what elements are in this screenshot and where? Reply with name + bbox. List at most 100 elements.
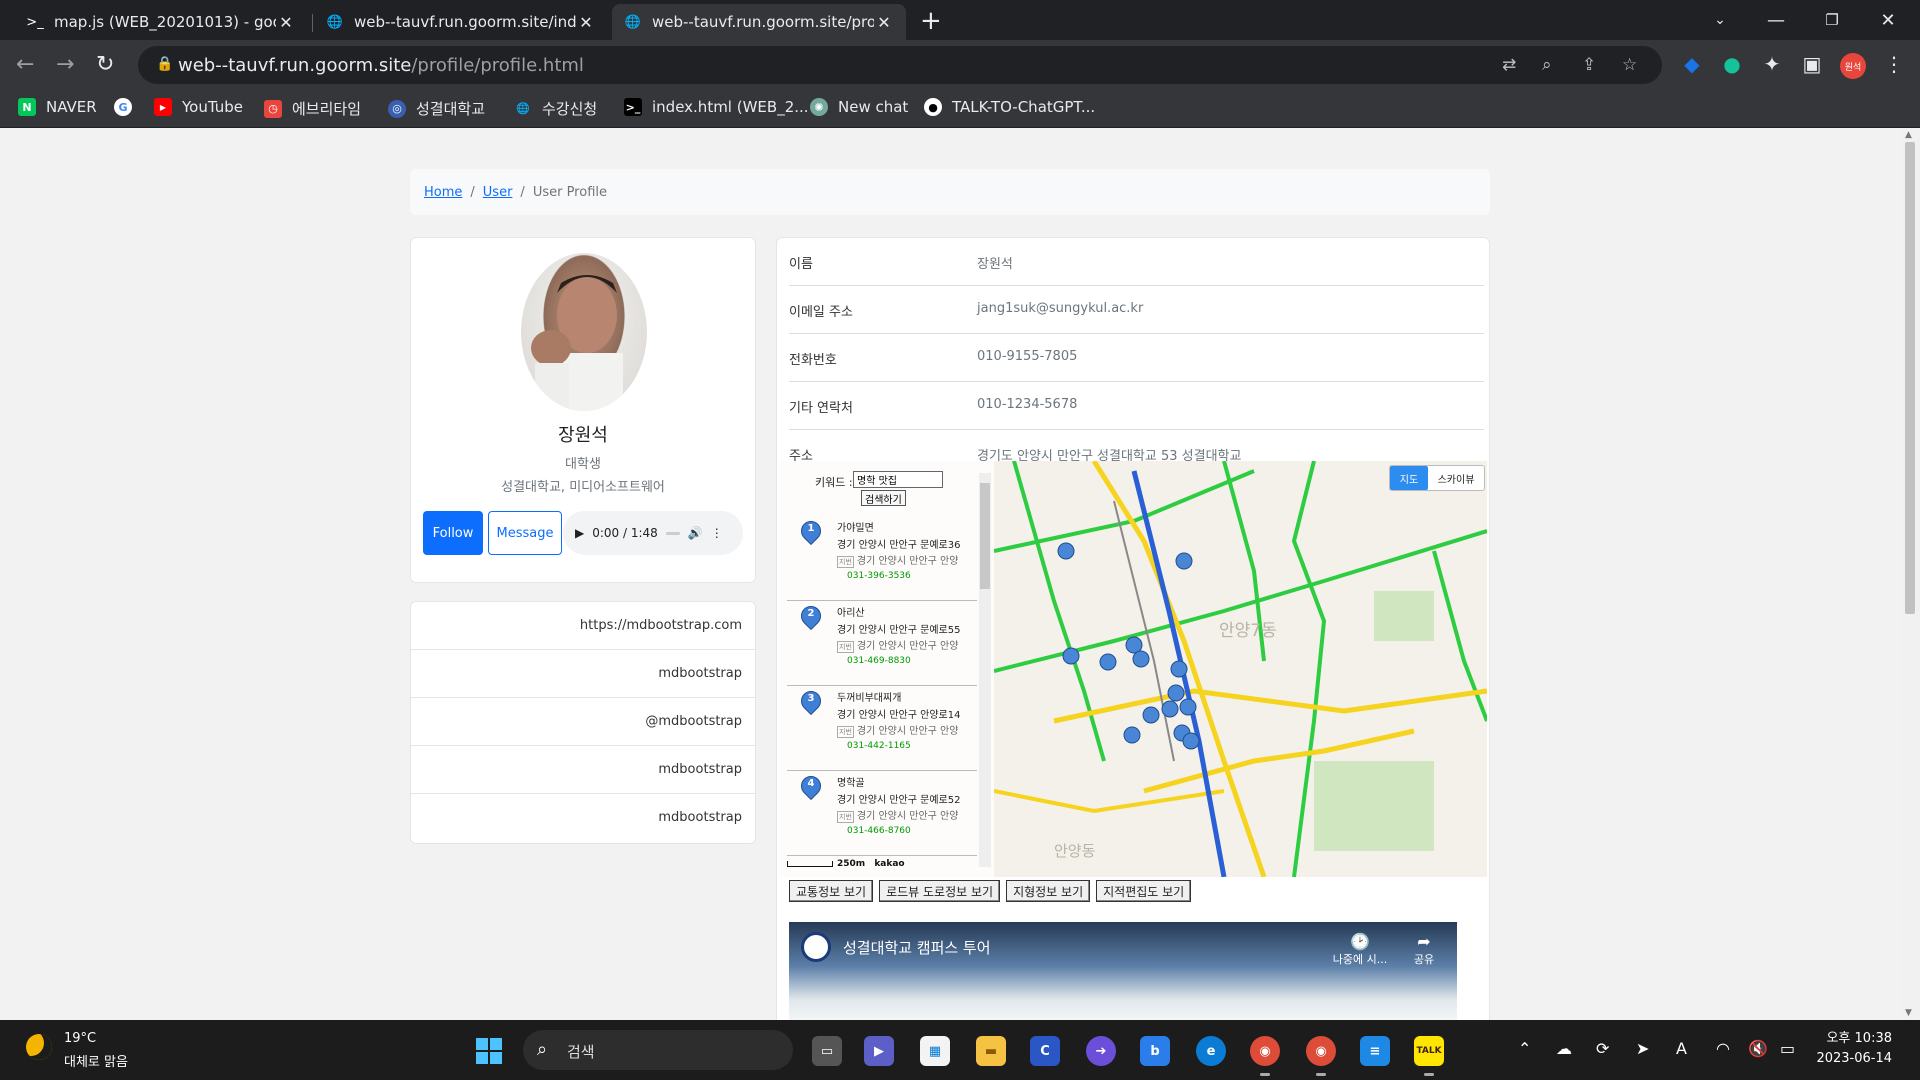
weather-moon-icon[interactable]	[26, 1034, 52, 1060]
weather-condition[interactable]: 대체로 맑음	[64, 1051, 128, 1070]
battery-icon[interactable]: ▭	[1780, 1039, 1795, 1058]
new-tab-button[interactable]: +	[920, 6, 942, 36]
scroll-up-icon[interactable]: ▲	[1905, 130, 1912, 140]
search-button[interactable]: 검색하기	[861, 490, 906, 506]
bookmark-google[interactable]: G	[114, 98, 142, 116]
tab-index[interactable]: 🌐 web--tauvf.run.goorm.site/index ✕	[314, 4, 608, 40]
weather-temperature[interactable]: 19°C	[64, 1031, 96, 1046]
zoom-icon[interactable]: ⌕	[1542, 55, 1552, 75]
play-icon[interactable]: ▶	[575, 526, 584, 540]
link-instagram[interactable]: mdbootstrap	[411, 746, 755, 794]
follow-button[interactable]: Follow	[423, 511, 483, 555]
app-icon-arrow[interactable]: ➔	[1086, 1036, 1116, 1066]
close-icon[interactable]: ✕	[874, 13, 894, 32]
list-item[interactable]: 3 두꺼비부대찌개 경기 안양시 만안구 안양로14 지번 경기 안양시 만안구 …	[787, 686, 977, 771]
reload-icon[interactable]: ↻	[96, 52, 114, 77]
watch-later-button[interactable]: 🕑 나중에 시...	[1325, 932, 1395, 967]
share-button[interactable]: ➦ 공유	[1389, 932, 1457, 967]
bookmark-everytime[interactable]: ◷ 에브리타임	[264, 98, 361, 119]
list-item[interactable]: 1 가야밀면 경기 안양시 만안구 문예로36 지번 경기 안양시 만안구 안양 …	[787, 516, 977, 601]
youtube-icon: ▶	[154, 98, 172, 116]
link-twitter[interactable]: @mdbootstrap	[411, 698, 755, 746]
traffic-info-button[interactable]: 교통정보 보기	[789, 880, 874, 902]
scrollbar-thumb[interactable]	[1905, 142, 1915, 614]
teams-icon[interactable]: ▶	[864, 1036, 894, 1066]
volume-muted-icon[interactable]: 🔇	[1748, 1039, 1768, 1058]
bookmark-index-html[interactable]: >_ index.html (WEB_2...	[624, 98, 809, 116]
back-icon[interactable]: ←	[16, 52, 34, 77]
keyword-input[interactable]	[853, 471, 943, 488]
bookmark-course-registration[interactable]: 🌐 수강신청	[514, 98, 597, 119]
bookmark-star-icon[interactable]: ☆	[1622, 55, 1637, 75]
forward-icon[interactable]: →	[56, 52, 74, 77]
place-list-scrollbar[interactable]	[979, 473, 991, 867]
bookmark-new-chat[interactable]: ✺ New chat	[810, 98, 908, 116]
ime-icon[interactable]: A	[1676, 1039, 1687, 1058]
link-facebook[interactable]: mdbootstrap	[411, 794, 755, 842]
notepad-icon[interactable]: ≡	[1360, 1036, 1390, 1066]
edge-icon[interactable]: e	[1196, 1036, 1226, 1066]
kakaotalk-icon[interactable]: TALK	[1414, 1036, 1444, 1076]
grammarly-extension-icon[interactable]: ●	[1718, 52, 1746, 76]
restore-button[interactable]: ❐	[1804, 0, 1860, 40]
breadcrumb-home-link[interactable]: Home	[424, 185, 462, 200]
profile-avatar[interactable]: 원석	[1840, 53, 1866, 79]
windows-start-icon[interactable]	[476, 1038, 502, 1064]
scroll-down-icon[interactable]: ▼	[1905, 1008, 1912, 1018]
message-button[interactable]: Message	[488, 511, 562, 555]
youtube-video-embed[interactable]: 성결대학교 캠퍼스 투어 🕑 나중에 시... ➦ 공유	[789, 922, 1457, 1020]
app-icon-b[interactable]: b	[1140, 1036, 1170, 1066]
app-icon-c[interactable]: C	[1030, 1036, 1060, 1066]
link-website[interactable]: https://mdbootstrap.com	[411, 602, 755, 650]
info-row-email: 이메일 주소 jang1suk@sungykul.ac.kr	[789, 286, 1484, 334]
volume-icon[interactable]: 🔊	[688, 526, 703, 540]
menu-kebab-icon[interactable]: ⋮	[1880, 52, 1908, 76]
sync-icon[interactable]: ⟳	[1596, 1039, 1609, 1058]
task-view-icon[interactable]: ▭	[812, 1036, 842, 1066]
taskbar-clock[interactable]: 오후 10:38 2023-06-14	[1812, 1029, 1892, 1069]
video-title[interactable]: 성결대학교 캠퍼스 투어	[843, 937, 991, 958]
list-item[interactable]: 2 아리산 경기 안양시 만안구 문예로55 지번 경기 안양시 만안구 안양 0…	[787, 601, 977, 686]
cadastral-button[interactable]: 지적편집도 보기	[1096, 880, 1192, 902]
lock-icon[interactable]: 🔒	[156, 56, 173, 72]
wifi-icon[interactable]: ◠	[1716, 1039, 1730, 1058]
list-item[interactable]: 4 명학골 경기 안양시 만안구 문예로52 지번 경기 안양시 만안구 안양 0…	[787, 771, 977, 856]
chrome-icon[interactable]: ◉	[1306, 1036, 1336, 1076]
bookmark-university[interactable]: ◎ 성결대학교	[388, 98, 485, 119]
kakao-map[interactable]: 안양7동 안양동 키워드 : 검색하기 1 가야밀면 경기 안양시 만안구 문예…	[779, 461, 1487, 877]
roadview-button[interactable]: 로드뷰 도로정보 보기	[879, 880, 1001, 902]
bitwarden-extension-icon[interactable]: ◆	[1678, 52, 1706, 76]
link-github[interactable]: mdbootstrap	[411, 650, 755, 698]
onedrive-icon[interactable]: ☁	[1556, 1039, 1572, 1058]
audio-menu-icon[interactable]: ⋮	[711, 526, 723, 540]
store-icon[interactable]: ▦	[920, 1036, 950, 1066]
translate-icon[interactable]: ⇄	[1502, 55, 1516, 75]
page-scrollbar[interactable]: ▲ ▼	[1900, 128, 1920, 1020]
channel-logo[interactable]	[801, 932, 831, 962]
minimize-button[interactable]: —	[1748, 0, 1804, 40]
taskbar-search[interactable]: ⌕ 검색	[523, 1030, 793, 1070]
share-icon[interactable]: ⇪	[1582, 55, 1596, 75]
tab-profile-active[interactable]: 🌐 web--tauvf.run.goorm.site/profil ✕	[612, 4, 906, 40]
map-type-map-button[interactable]: 지도	[1390, 466, 1428, 490]
bookmark-youtube[interactable]: ▶ YouTube	[154, 98, 243, 116]
terrain-button[interactable]: 지형정보 보기	[1006, 880, 1091, 902]
bookmark-talk-to-chatgpt[interactable]: ● TALK-TO-ChatGPT...	[924, 98, 1095, 116]
file-explorer-icon[interactable]: ▬	[976, 1036, 1006, 1066]
tab-mapjs[interactable]: >_ map.js (WEB_20201013) - goorm ✕	[14, 4, 308, 40]
window-close-button[interactable]: ✕	[1860, 0, 1916, 40]
audio-progress-slider[interactable]	[665, 531, 680, 535]
tab-search-icon[interactable]: ⌄	[1692, 0, 1748, 40]
location-icon[interactable]: ➤	[1636, 1039, 1649, 1058]
show-hidden-icons-icon[interactable]: ⌃	[1518, 1039, 1531, 1058]
extensions-icon[interactable]: ✦	[1758, 52, 1786, 76]
close-icon[interactable]: ✕	[276, 13, 296, 32]
breadcrumb-user-link[interactable]: User	[483, 185, 513, 200]
close-icon[interactable]: ✕	[576, 13, 596, 32]
map-canvas[interactable]: 안양7동 안양동	[994, 461, 1487, 877]
chrome-icon[interactable]: ◉	[1250, 1036, 1280, 1076]
bookmark-naver[interactable]: N NAVER	[18, 98, 97, 116]
address-bar[interactable]: 🔒 web--tauvf.run.goorm.site/profile/prof…	[138, 46, 1662, 84]
side-panel-icon[interactable]: ▣	[1798, 52, 1826, 76]
map-type-skyview-button[interactable]: 스카이뷰	[1428, 466, 1484, 490]
